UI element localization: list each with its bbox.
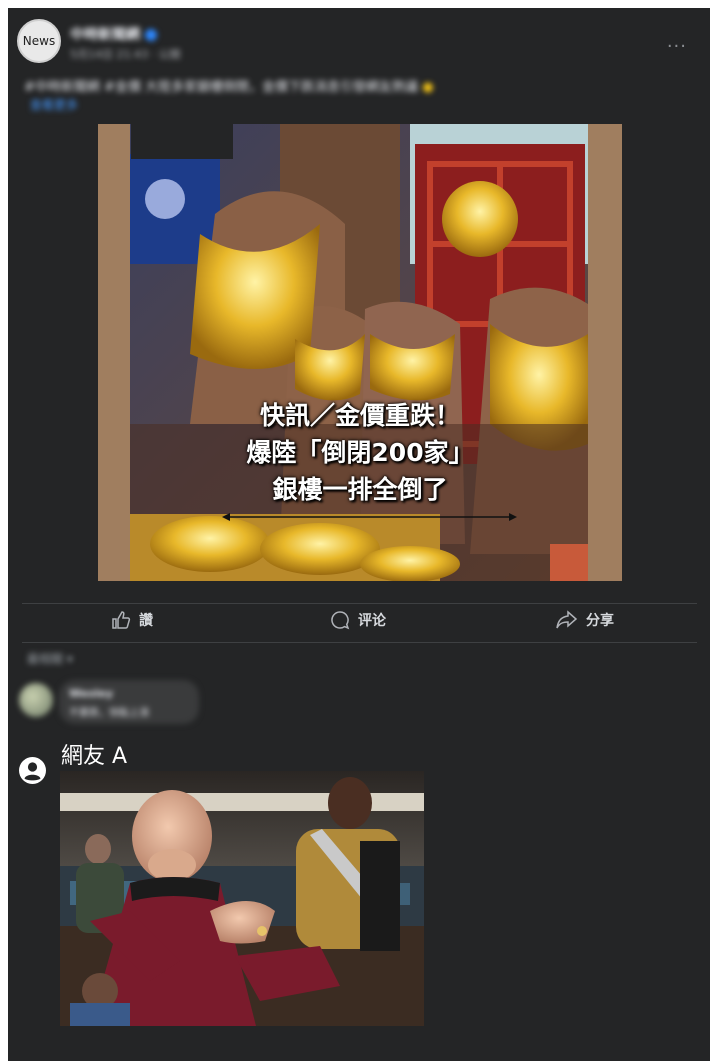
commenter-avatar[interactable] [19,683,53,717]
comment-text: 不要跌，快點上漲 [69,708,149,719]
see-more-link[interactable]: 查看更多 [30,96,78,113]
comment-sort-dropdown[interactable]: 最相關 ▾ [27,650,73,667]
verified-badge-icon [144,29,157,41]
divider [22,642,697,643]
comment-label: 评论 [358,613,386,629]
comment-bubble-icon [331,611,350,630]
reply-author-name[interactable]: 網友 A [61,738,127,770]
share-arrow-icon [556,610,578,629]
divider [22,603,697,604]
post-text: #中時新聞網 #金價 大陸多家銀樓倒閉，金價下跌消息引發網友熱議 ● [24,80,434,95]
image-caption-line-3: 銀樓一排全倒了 [272,475,448,504]
more-options-icon[interactable]: ··· [667,36,687,57]
like-label: 讚 [139,613,153,629]
post-photo[interactable]: 快訊／金價重跌！ 爆陸「倒閉200家」 銀樓一排全倒了 [98,124,622,581]
share-button[interactable]: 分享 [556,610,614,630]
post-timestamp[interactable]: 5月14日 21:43 · 公開 [70,46,181,62]
image-caption-line-2: 爆陸「倒閉200家」 [246,438,474,467]
comment-button[interactable]: 评论 [330,610,386,630]
double-arrow-icon [222,513,517,521]
comment-bubble: Wesley 不要跌，快點上漲 [59,680,199,724]
redaction-box [131,124,233,159]
comment-author[interactable]: Wesley [69,687,113,700]
page-name[interactable]: 中時新聞網 [70,24,157,44]
page-avatar[interactable]: News [17,19,61,63]
share-label: 分享 [586,613,614,629]
user-avatar-icon[interactable] [19,757,46,784]
image-caption-line-1: 快訊／金價重跌！ [259,401,460,430]
reply-meme-image[interactable] [60,771,424,1026]
like-button[interactable]: 讚 [111,610,153,630]
starship-bridge-scene [60,771,424,1026]
thumbs-up-icon [112,611,131,629]
